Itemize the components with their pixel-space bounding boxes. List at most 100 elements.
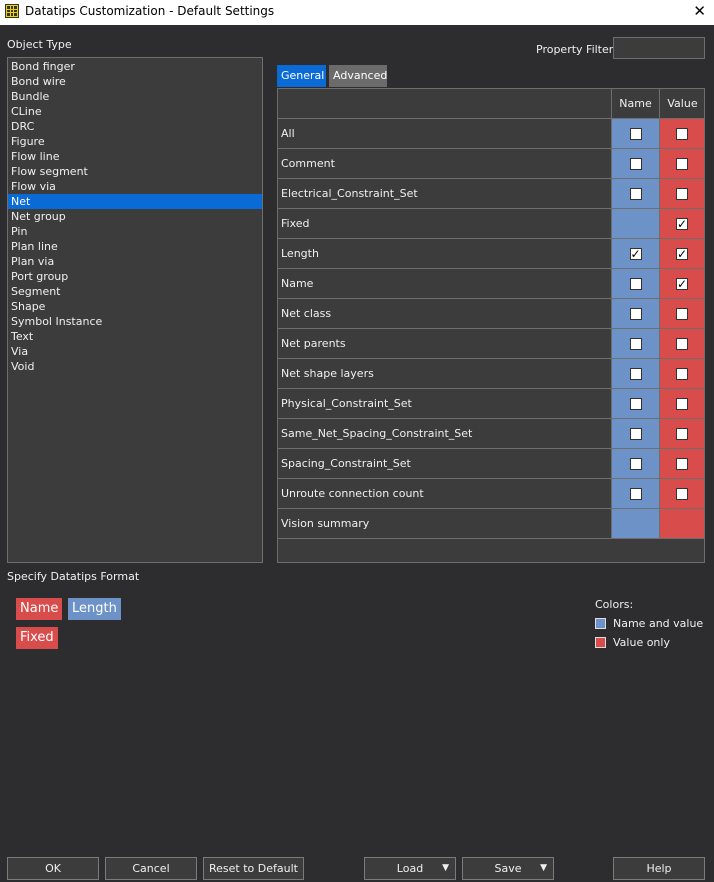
caret-down-icon: ▼ [540, 863, 547, 873]
value-checkbox[interactable]: ✓ [676, 247, 688, 260]
format-chip-name[interactable]: Name [16, 598, 63, 620]
property-filter-label: Property Filter [536, 43, 614, 56]
name-column-header: Name [611, 89, 659, 118]
object-type-list[interactable]: Bond finger Bond wire Bundle CLine DRC Figure… [7, 57, 263, 563]
value-cell: ✓ [659, 209, 704, 238]
tab-advanced[interactable]: Advanced [329, 65, 387, 87]
legend-name-and-value: Name and value [595, 617, 703, 630]
name-checkbox[interactable] [629, 187, 642, 200]
list-item[interactable]: Pin [8, 224, 262, 239]
value-cell: ✓ [659, 269, 704, 298]
list-item[interactable]: Plan line [8, 239, 262, 254]
name-cell [611, 299, 659, 328]
name-cell [611, 509, 659, 538]
value-checkbox[interactable] [676, 307, 688, 320]
property-label: Net class [281, 307, 332, 320]
cancel-button[interactable]: Cancel [105, 857, 197, 880]
table-row: All [278, 119, 704, 149]
name-cell [611, 209, 659, 238]
list-item[interactable]: Segment [8, 284, 262, 299]
value-checkbox[interactable] [676, 397, 688, 410]
name-cell [611, 359, 659, 388]
tab-general[interactable]: General [277, 65, 326, 87]
table-row: Fixed ✓ [278, 209, 704, 239]
name-checkbox[interactable] [629, 127, 642, 140]
list-item[interactable]: Flow segment [8, 164, 262, 179]
name-checkbox[interactable] [629, 337, 642, 350]
name-cell [611, 329, 659, 358]
property-label: Same_Net_Spacing_Constraint_Set [281, 427, 473, 440]
property-label: Vision summary [281, 517, 370, 530]
value-column-header: Value [659, 89, 705, 118]
name-checkbox[interactable] [629, 427, 642, 440]
table-row: Physical_Constraint_Set [278, 389, 704, 419]
format-chip-fixed[interactable]: Fixed [16, 627, 58, 649]
table-row: Unroute connection count [278, 479, 704, 509]
caret-down-icon: ▼ [442, 863, 449, 873]
list-item[interactable]: Bundle [8, 89, 262, 104]
list-item[interactable]: Flow line [8, 149, 262, 164]
name-checkbox[interactable] [629, 397, 642, 410]
list-item[interactable]: Figure [8, 134, 262, 149]
window-title: Datatips Customization - Default Setting… [25, 4, 275, 18]
value-cell [659, 389, 704, 418]
format-chip-length[interactable]: Length [68, 598, 121, 620]
value-cell [659, 359, 704, 388]
name-cell [611, 149, 659, 178]
name-checkbox[interactable]: ✓ [629, 247, 642, 260]
app-grid-icon [5, 4, 19, 18]
save-button[interactable]: Save ▼ [462, 857, 554, 880]
property-label: Net parents [281, 337, 346, 350]
value-checkbox[interactable]: ✓ [676, 217, 688, 230]
list-item[interactable]: Net [8, 194, 262, 209]
value-checkbox[interactable] [676, 487, 688, 500]
list-item[interactable]: Text [8, 329, 262, 344]
name-checkbox[interactable] [629, 487, 642, 500]
name-checkbox[interactable] [629, 367, 642, 380]
value-checkbox[interactable] [676, 157, 688, 170]
value-checkbox[interactable] [676, 367, 688, 380]
list-item[interactable]: Flow via [8, 179, 262, 194]
reset-to-default-button[interactable]: Reset to Default [203, 857, 304, 880]
object-type-label: Object Type [7, 38, 72, 51]
name-checkbox[interactable] [629, 307, 642, 320]
name-cell [611, 119, 659, 148]
colors-legend-title: Colors: [595, 598, 634, 611]
help-button[interactable]: Help [613, 857, 705, 880]
value-checkbox[interactable] [676, 427, 688, 440]
table-row: Vision summary [278, 509, 704, 539]
name-cell [611, 419, 659, 448]
value-checkbox[interactable] [676, 187, 688, 200]
value-checkbox[interactable] [676, 457, 688, 470]
table-row: Spacing_Constraint_Set [278, 449, 704, 479]
list-item[interactable]: DRC [8, 119, 262, 134]
list-item[interactable]: Void [8, 359, 262, 374]
table-row: Comment [278, 149, 704, 179]
list-item[interactable]: Via [8, 344, 262, 359]
name-checkbox[interactable] [629, 277, 642, 290]
list-item[interactable]: Bond wire [8, 74, 262, 89]
property-grid: Name Value All Comment Electrical_Constrai… [277, 88, 705, 563]
property-label: Physical_Constraint_Set [281, 397, 412, 410]
name-checkbox[interactable] [629, 157, 642, 170]
name-checkbox[interactable] [629, 457, 642, 470]
value-cell [659, 419, 704, 448]
list-item[interactable]: Bond finger [8, 59, 262, 74]
list-item[interactable]: CLine [8, 104, 262, 119]
property-label: Unroute connection count [281, 487, 424, 500]
list-item[interactable]: Net group [8, 209, 262, 224]
name-cell [611, 179, 659, 208]
list-item[interactable]: Symbol Instance [8, 314, 262, 329]
value-checkbox[interactable] [676, 337, 688, 350]
load-button[interactable]: Load ▼ [364, 857, 456, 880]
list-item[interactable]: Shape [8, 299, 262, 314]
format-label: Specify Datatips Format [7, 570, 140, 583]
property-filter-input[interactable] [613, 37, 705, 59]
ok-button[interactable]: OK [7, 857, 99, 880]
value-checkbox[interactable]: ✓ [676, 277, 688, 290]
list-item[interactable]: Port group [8, 269, 262, 284]
close-icon[interactable]: ✕ [693, 2, 706, 20]
table-row: Length ✓ ✓ [278, 239, 704, 269]
list-item[interactable]: Plan via [8, 254, 262, 269]
value-checkbox[interactable] [676, 127, 688, 140]
